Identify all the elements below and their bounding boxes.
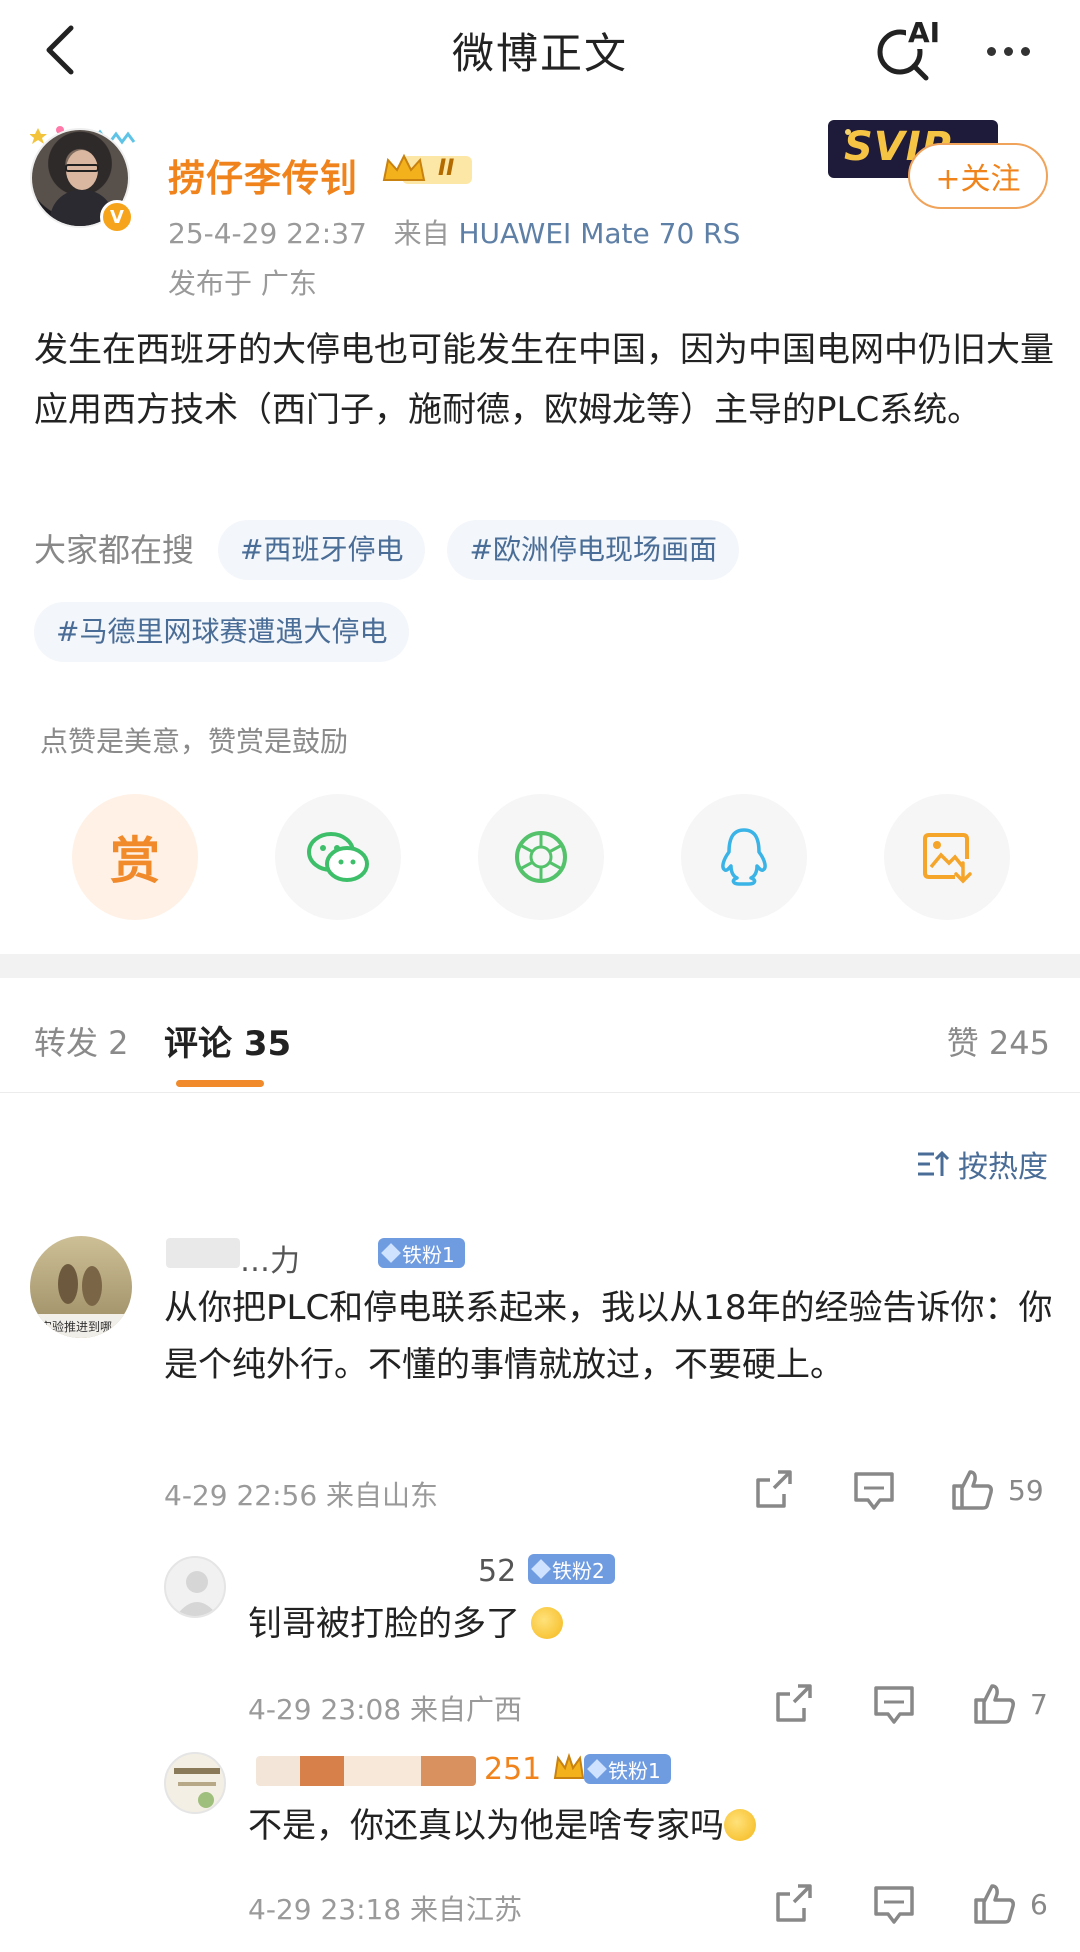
default-avatar-icon <box>176 1571 218 1616</box>
fan-level-badge: 铁粉2 <box>528 1554 615 1584</box>
hot-search-tag[interactable]: #西班牙停电 <box>218 520 426 580</box>
diamond-icon <box>531 1559 551 1579</box>
comment-meta: 4-29 22:56 来自山东 <box>164 1479 439 1512</box>
post-location: 发布于 广东 <box>168 267 317 300</box>
avatar-caption: 实验推进到哪 <box>40 1320 113 1334</box>
share-moments-button[interactable] <box>478 794 604 920</box>
chevron-left-icon <box>46 25 74 75</box>
tab-likes[interactable]: 赞 245 <box>947 1018 1050 1064</box>
source-prefix: 来自 <box>393 217 450 250</box>
sort-by-hot-button[interactable]: 按热度 <box>916 1142 1048 1186</box>
commenter-avatar[interactable] <box>164 1556 226 1618</box>
fan-level-badge: 铁粉1 <box>584 1754 671 1784</box>
share-wechat-button[interactable] <box>275 794 401 920</box>
shush-emoji-icon <box>530 1607 563 1639</box>
author-avatar[interactable]: V <box>30 126 140 238</box>
tab-comment[interactable]: 评论 35 <box>164 1016 291 1065</box>
share-row: 赏 <box>72 794 1012 920</box>
page-title: 微博正文 <box>451 28 628 78</box>
commenter-name[interactable]: …力 <box>240 1236 300 1280</box>
member-level-badge: II <box>380 150 476 190</box>
commenter-name[interactable]: 251 <box>484 1752 541 1787</box>
follow-button[interactable]: +关注 <box>908 143 1048 209</box>
top-bar: 微博正文 AI <box>0 0 1080 100</box>
post-meta: 25-4-29 22:37 来自 HUAWEI Mate 70 RS <box>168 212 740 252</box>
commenter-avatar[interactable] <box>164 1752 226 1814</box>
like-thumb-icon[interactable] <box>970 1680 1018 1728</box>
comment-text: 不是，你还真以为他是啥专家吗 <box>248 1798 1048 1855</box>
fan-level-badge: 铁粉1 <box>378 1238 465 1268</box>
share-qq-button[interactable] <box>681 794 807 920</box>
verified-badge-icon: V <box>100 200 134 234</box>
ai-search-button[interactable]: AI <box>870 16 943 86</box>
reward-button[interactable]: 赏 <box>72 794 198 920</box>
comment-text: 钊哥被打脸的多了 <box>248 1596 1048 1653</box>
moments-aperture-icon <box>515 831 567 883</box>
redacted-name <box>166 1238 240 1268</box>
back-button[interactable] <box>30 20 90 80</box>
reward-icon: 赏 <box>110 832 160 890</box>
crown-icon <box>382 153 472 184</box>
hot-search-tag[interactable]: #马德里网球赛遭遇大停电 <box>34 602 410 662</box>
wechat-icon <box>307 832 369 882</box>
tab-repost[interactable]: 转发 2 <box>34 1018 129 1064</box>
interaction-tabs: 转发 2 评论 35 赞 245 <box>0 978 1080 1093</box>
like-count: 6 <box>1030 1888 1048 1921</box>
reward-tip: 点赞是美意，赞赏是鼓励 <box>40 725 349 758</box>
like-count: 59 <box>1008 1474 1044 1507</box>
thinking-emoji-icon <box>724 1809 756 1841</box>
post-content: 发生在西班牙的大停电也可能发生在中国，因为中国电网中仍旧大量应用西方技术（西门子… <box>34 330 1054 430</box>
commenter-avatar[interactable]: 实验推进到哪 <box>30 1236 132 1338</box>
qq-penguin-icon <box>721 828 767 886</box>
crown-icon <box>553 1752 585 1779</box>
sort-label: 按热度 <box>958 1150 1048 1185</box>
comment-icon[interactable] <box>850 1466 898 1514</box>
ai-label: AI <box>906 16 943 49</box>
repost-icon[interactable] <box>770 1680 818 1728</box>
section-divider <box>0 954 1080 978</box>
comment-meta: 4-29 23:18 来自江苏 <box>248 1893 523 1926</box>
comment-icon[interactable] <box>870 1680 918 1728</box>
like-count: 7 <box>1030 1688 1048 1721</box>
image-download-icon <box>923 833 972 884</box>
repost-icon[interactable] <box>770 1880 818 1928</box>
commenter-name[interactable]: 52 <box>478 1554 516 1589</box>
author-name[interactable]: 捞仔李传钊 <box>168 148 358 202</box>
diamond-icon <box>381 1243 401 1263</box>
hot-search-tag[interactable]: #欧洲停电现场画面 <box>447 520 739 580</box>
post-date: 25-4-29 22:37 <box>168 217 367 250</box>
redacted-name <box>256 1756 476 1786</box>
like-thumb-icon[interactable] <box>970 1880 1018 1928</box>
hot-search-label: 大家都在搜 <box>34 531 195 569</box>
device-name[interactable]: HUAWEI Mate 70 RS <box>459 217 741 250</box>
dot-icon <box>986 46 996 56</box>
diamond-icon <box>587 1759 607 1779</box>
active-tab-indicator <box>176 1080 264 1087</box>
repost-icon[interactable] <box>750 1466 798 1514</box>
sort-icon <box>918 1150 950 1176</box>
comment-meta: 4-29 23:08 来自广西 <box>248 1693 523 1726</box>
dot-icon <box>1003 46 1013 56</box>
like-thumb-icon[interactable] <box>948 1466 996 1514</box>
hot-search-row: 大家都在搜 #西班牙停电 #欧洲停电现场画面 #马德里网球赛遭遇大停电 <box>34 520 1054 662</box>
more-options-button[interactable] <box>978 26 1038 76</box>
comment-text: 从你把PLC和停电联系起来，我以从18年的经验告诉你：你是个纯外行。不懂的事情就… <box>164 1288 1053 1385</box>
save-image-button[interactable] <box>884 794 1010 920</box>
dot-icon <box>1020 46 1030 56</box>
level-text: II <box>438 156 455 181</box>
comment-icon[interactable] <box>870 1880 918 1928</box>
